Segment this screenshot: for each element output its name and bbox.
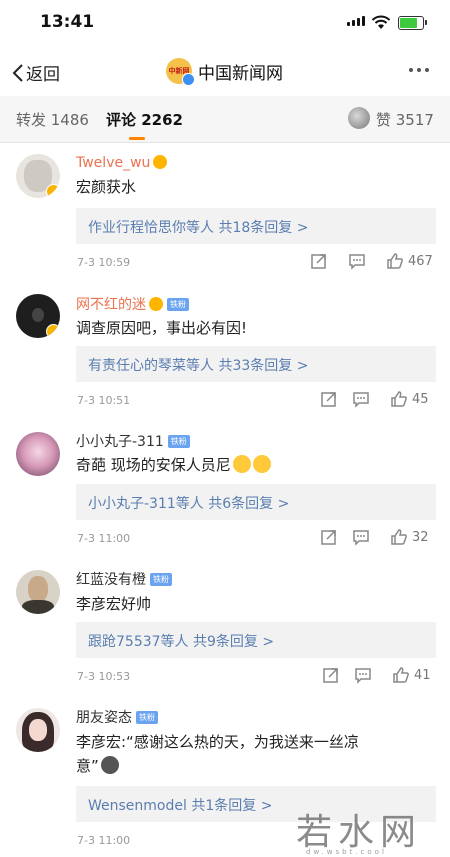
tab-bar: 转发 1486 评论 2262 赞 3517 <box>0 96 450 143</box>
nav-bar: 返回 中新网 中国新闻网 <box>0 46 450 96</box>
back-button[interactable]: 返回 <box>12 60 60 85</box>
vip-crown-icon <box>149 297 163 311</box>
comment-time: 7-3 11:00 <box>77 532 131 545</box>
like-count: 41 <box>414 667 431 683</box>
like-count: 467 <box>408 253 433 269</box>
comment-text: 李彦宏:“感谢这么热的天，为我送来一丝凉 意” <box>76 730 359 778</box>
comment-icon[interactable] <box>348 252 366 270</box>
user-name[interactable]: 网不红的迷 铁粉 <box>76 294 189 314</box>
comment-actions: 41 <box>322 666 431 684</box>
comment-actions: 467 <box>310 252 433 270</box>
avatar[interactable] <box>16 294 60 338</box>
like-icon[interactable] <box>392 666 410 684</box>
tab-likes[interactable]: 赞 3517 <box>376 109 434 130</box>
like-count: 32 <box>412 529 429 545</box>
chevron-left-icon <box>12 63 23 82</box>
comment-actions: 32 <box>320 528 429 546</box>
like-count: 45 <box>412 391 429 407</box>
page-title: 中国新闻网 <box>198 63 283 84</box>
doge-emoji-icon <box>100 756 119 774</box>
comment-text-line: 意” <box>76 754 359 778</box>
comment-icon[interactable] <box>352 528 370 546</box>
comment-time: 7-3 10:51 <box>77 394 131 407</box>
comment-time: 7-3 11:00 <box>77 834 131 847</box>
avatar[interactable] <box>16 154 60 198</box>
tab-comments[interactable]: 评论 2262 <box>106 109 183 130</box>
tab-active-indicator <box>129 137 145 140</box>
status-bar: 13:41 <box>0 0 450 46</box>
share-icon[interactable] <box>322 666 340 684</box>
user-name[interactable]: Twelve_wu <box>76 155 168 171</box>
wifi-icon <box>371 15 391 29</box>
comment-icon[interactable] <box>352 390 370 408</box>
more-options-icon[interactable] <box>409 68 429 72</box>
share-icon[interactable] <box>310 252 328 270</box>
fan-badge: 铁粉 <box>136 711 158 724</box>
fan-badge: 铁粉 <box>150 573 172 586</box>
status-time: 13:41 <box>40 12 95 32</box>
reply-summary-text: 有责任心的琴菜等人 共33条回复 > <box>88 358 309 374</box>
avatar[interactable] <box>16 708 60 752</box>
reply-summary-text: Wensenmodel 共1条回复 > <box>88 798 273 814</box>
liker-avatar <box>348 107 370 129</box>
share-icon[interactable] <box>320 390 338 408</box>
verified-icon <box>182 73 195 86</box>
reply-summary-text: 作业行程恰思你等人 共18条回复 > <box>88 220 309 236</box>
comment-text: 李彦宏好帅 <box>76 595 152 613</box>
reply-summary[interactable]: 作业行程恰思你等人 共18条回复 > <box>76 208 436 244</box>
thinking-emoji-icon <box>232 455 251 473</box>
comment-text: 调查原因吧，事出必有因! <box>76 319 248 337</box>
account-logo: 中新网 <box>166 58 195 86</box>
comment-time: 7-3 10:59 <box>77 256 131 269</box>
fan-badge: 铁粉 <box>167 298 189 311</box>
comment-actions: 45 <box>320 390 429 408</box>
avatar[interactable] <box>16 432 60 476</box>
comment-text-line: 李彦宏:“感谢这么热的天，为我送来一丝凉 <box>76 733 359 751</box>
user-name[interactable]: 朋友姿态 铁粉 <box>76 707 158 727</box>
thinking-emoji-icon <box>252 455 271 473</box>
vip-crown-icon <box>153 155 168 169</box>
like-icon[interactable] <box>390 390 408 408</box>
watermark-subtext: dw.wsbt.cool <box>306 848 387 856</box>
reply-summary[interactable]: 有责任心的琴菜等人 共33条回复 > <box>76 346 436 382</box>
tab-repost[interactable]: 转发 1486 <box>16 109 89 130</box>
comment-text: 宏颜获水 <box>76 178 137 196</box>
comment-time: 7-3 10:53 <box>77 670 131 683</box>
verified-badge-icon <box>46 324 60 338</box>
like-icon[interactable] <box>386 252 404 270</box>
page-title-group: 中新网 中国新闻网 <box>166 58 283 86</box>
reply-summary[interactable]: 小小丸子-311等人 共6条回复 > <box>76 484 436 520</box>
reply-summary[interactable]: 跟跄75537等人 共9条回复 > <box>76 622 436 658</box>
battery-icon <box>398 16 427 30</box>
like-icon[interactable] <box>390 528 408 546</box>
verified-badge-icon <box>46 184 60 198</box>
user-name[interactable]: 红蓝没有橙 铁粉 <box>76 569 172 589</box>
comment-icon[interactable] <box>354 666 372 684</box>
comment-text: 奇葩 现场的安保人员尼 <box>76 453 271 477</box>
reply-summary-text: 跟跄75537等人 共9条回复 > <box>88 634 275 650</box>
reply-summary-text: 小小丸子-311等人 共6条回复 > <box>88 496 290 512</box>
user-name[interactable]: 小小丸子-311 铁粉 <box>76 431 190 451</box>
fan-badge: 铁粉 <box>167 435 190 448</box>
signal-icon <box>347 16 365 26</box>
back-label: 返回 <box>26 65 60 85</box>
avatar[interactable] <box>16 570 60 614</box>
share-icon[interactable] <box>320 528 338 546</box>
